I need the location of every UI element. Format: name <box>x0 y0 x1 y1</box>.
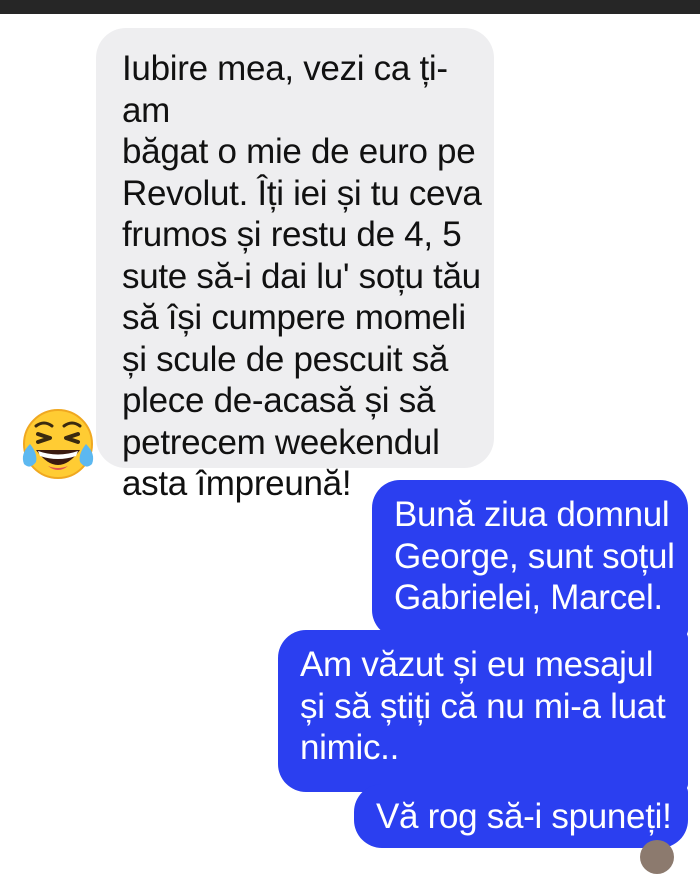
laughing-tears-emoji-icon[interactable] <box>16 400 100 484</box>
sent-message-bubble[interactable]: Vă rog să-i spuneți! <box>354 784 688 848</box>
status-bar <box>0 0 700 14</box>
avatar <box>640 840 674 874</box>
message-thread[interactable]: Iubire mea, vezi ca ți-am băgat o mie de… <box>0 14 700 862</box>
received-message-bubble[interactable]: Iubire mea, vezi ca ți-am băgat o mie de… <box>96 28 494 503</box>
laughing-tears-emoji-icon-graphic <box>22 409 94 479</box>
sent-message-bubble[interactable]: Bună ziua domnul George, sunt soțul Gabr… <box>372 480 688 638</box>
sent-message-bubble[interactable]: Am văzut și eu mesajul și să știți că nu… <box>278 630 688 792</box>
